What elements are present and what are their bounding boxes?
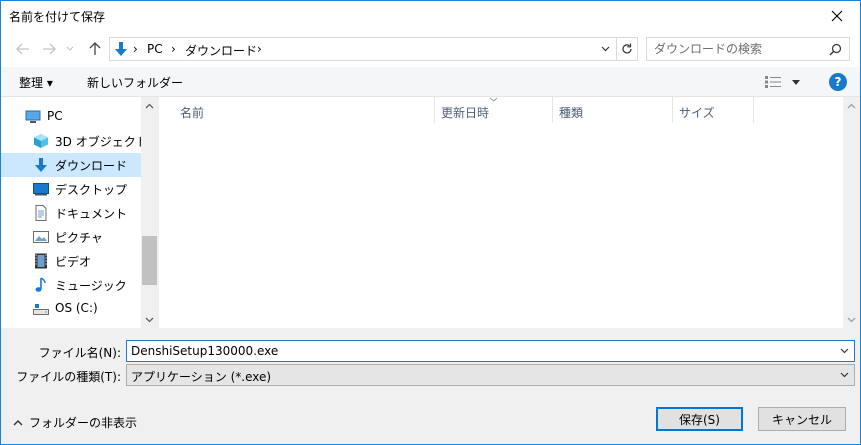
chevron-up-icon: [13, 420, 23, 426]
chevron-down-icon: [601, 46, 609, 52]
tree-item-pictures[interactable]: ピクチャ: [1, 225, 141, 249]
drive-icon: [33, 304, 49, 315]
refresh-icon: [622, 43, 632, 54]
downloads-icon: [115, 42, 127, 56]
desktop-icon: [33, 183, 49, 196]
tree-item-label: ビデオ: [55, 255, 92, 269]
tree-item-label: ダウンロード: [55, 159, 128, 173]
tree-item-label: OS (C:): [55, 301, 98, 315]
filetype-label: ファイルの種類(T):: [16, 370, 121, 384]
scroll-down-button[interactable]: [843, 311, 860, 328]
3d-objects-icon: [34, 134, 48, 148]
save-as-dialog: 名前を付けて保存 › PC › ダウンロード › ダウンロードの検索 整理 ▾ …: [0, 0, 861, 445]
back-button[interactable]: [13, 39, 33, 59]
chevron-down-icon: [847, 317, 856, 322]
tree-item-label: PC: [47, 109, 63, 123]
file-list-pane: 名前 更新日時 種類 サイズ: [159, 97, 860, 328]
tree-item-label: ドキュメント: [55, 207, 128, 221]
refresh-button[interactable]: [616, 38, 637, 60]
scroll-down-button[interactable]: [141, 311, 158, 328]
back-arrow-icon: [16, 43, 29, 55]
help-button[interactable]: ?: [829, 73, 847, 91]
forward-button[interactable]: [39, 39, 59, 59]
search-input[interactable]: [648, 39, 818, 59]
videos-icon: [35, 253, 47, 269]
breadcrumb-separator: ›: [171, 42, 176, 56]
tree-item-videos[interactable]: ビデオ: [1, 249, 141, 273]
chevron-up-icon: [145, 103, 154, 108]
breadcrumb-separator: ›: [257, 42, 262, 56]
chevron-down-icon: [66, 46, 74, 51]
column-header-name[interactable]: 名前: [159, 97, 435, 123]
filename-label: ファイル名(N):: [38, 346, 121, 360]
breadcrumb-separator: ›: [133, 42, 138, 56]
scroll-up-button[interactable]: [141, 97, 158, 114]
address-bar[interactable]: › PC › ダウンロード ›: [109, 37, 638, 61]
recent-locations-button[interactable]: [63, 39, 77, 59]
documents-icon: [35, 205, 47, 221]
tree-item-3d-objects[interactable]: 3D オブジェクト: [1, 129, 148, 153]
search-box[interactable]: [646, 37, 850, 61]
save-button[interactable]: 保存(S): [656, 407, 743, 431]
chevron-down-icon: [145, 317, 154, 322]
cancel-button[interactable]: キャンセル: [758, 407, 846, 431]
filename-input[interactable]: [128, 342, 828, 360]
caret-down-icon: [792, 79, 800, 85]
filename-field[interactable]: [126, 340, 855, 362]
command-bar: 整理 ▾ 新しいフォルダー ?: [1, 67, 860, 97]
navigation-bar: › PC › ダウンロード ›: [1, 31, 860, 67]
window-title: 名前を付けて保存: [9, 10, 106, 24]
scroll-up-button[interactable]: [843, 97, 860, 114]
tree-item-os-drive[interactable]: OS (C:): [1, 297, 141, 321]
address-history-button[interactable]: [595, 38, 615, 60]
navigation-scrollbar[interactable]: [141, 97, 158, 328]
filename-history-button[interactable]: [836, 343, 852, 359]
filetype-dropdown-button[interactable]: [836, 367, 852, 383]
up-arrow-icon: [89, 42, 101, 55]
tree-item-documents[interactable]: ドキュメント: [1, 201, 141, 225]
title-bar: 名前を付けて保存: [1, 1, 860, 31]
forward-arrow-icon: [43, 43, 56, 55]
breadcrumb-downloads[interactable]: ダウンロード: [185, 42, 257, 59]
chevron-up-icon: [847, 103, 856, 108]
pc-icon: [25, 110, 41, 123]
breadcrumb-pc[interactable]: PC: [147, 42, 163, 56]
chevron-down-icon: [840, 348, 848, 354]
tree-item-label: デスクトップ: [55, 183, 128, 197]
filetype-value: アプリケーション (*.exe): [131, 370, 272, 384]
help-icon: ?: [834, 75, 842, 89]
tree-item-music[interactable]: ミュージック: [1, 273, 141, 297]
close-button[interactable]: [814, 1, 860, 31]
scroll-thumb[interactable]: [142, 236, 157, 285]
pictures-icon: [33, 231, 49, 243]
music-icon: [35, 277, 46, 292]
sort-indicator-icon: [489, 97, 498, 102]
hide-folders-button[interactable]: フォルダーの非表示: [13, 414, 137, 431]
change-view-button[interactable]: [765, 74, 805, 90]
details-view-icon: [765, 76, 781, 88]
column-header-type[interactable]: 種類: [553, 97, 673, 123]
save-form: ファイル名(N): ファイルの種類(T): アプリケーション (*.exe) フ…: [1, 328, 860, 444]
column-header-size[interactable]: サイズ: [673, 97, 754, 123]
column-header-date-modified[interactable]: 更新日時: [435, 97, 553, 123]
tree-item-label: 3D オブジェクト: [55, 135, 148, 149]
downloads-icon: [35, 158, 47, 172]
close-icon: [831, 10, 843, 22]
new-folder-button[interactable]: 新しいフォルダー: [87, 74, 183, 91]
tree-item-label: ピクチャ: [55, 231, 103, 245]
file-list-scrollbar[interactable]: [843, 97, 860, 328]
up-button[interactable]: [85, 39, 105, 59]
tree-item-label: ミュージック: [55, 279, 127, 293]
organize-button[interactable]: 整理 ▾: [19, 74, 53, 91]
tree-item-desktop[interactable]: デスクトップ: [1, 177, 141, 201]
filetype-select[interactable]: アプリケーション (*.exe): [126, 364, 855, 386]
tree-item-downloads[interactable]: ダウンロード: [1, 153, 141, 177]
navigation-pane: PC 3D オブジェクト ダウンロード デスクトップ ドキュメント ピクチャ ビ…: [1, 97, 158, 328]
hide-folders-label: フォルダーの非表示: [29, 416, 138, 430]
search-icon: [829, 43, 842, 56]
chevron-down-icon: [840, 372, 848, 378]
tree-item-pc[interactable]: PC: [1, 105, 141, 129]
